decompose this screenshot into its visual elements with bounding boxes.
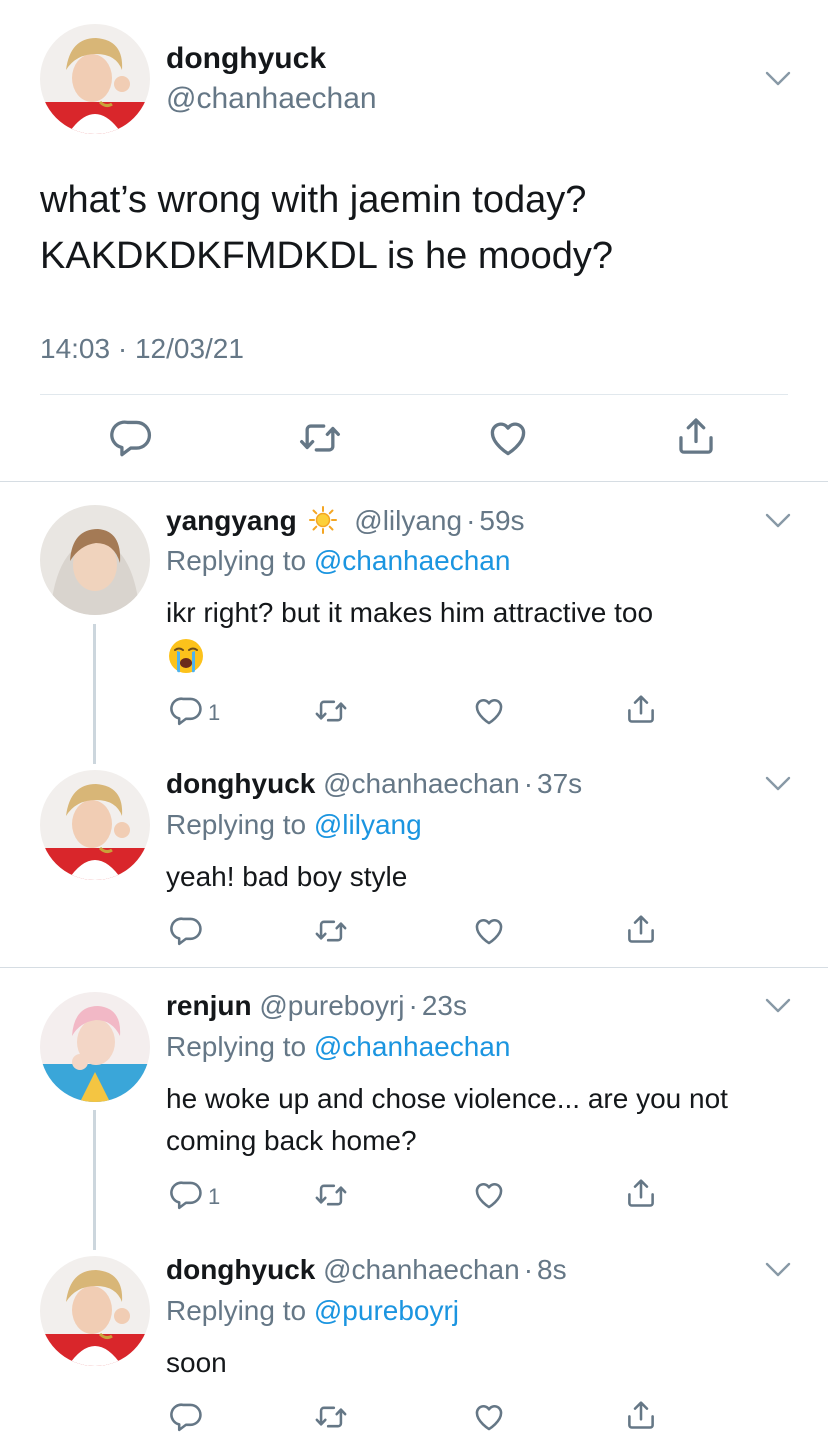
share-icon[interactable] [624,1176,658,1210]
author-name[interactable]: renjun [166,990,252,1021]
like-icon[interactable] [472,1400,506,1434]
reply-text-content: ikr right? but it makes him attractive t… [166,597,654,628]
reply-time[interactable]: 23s [422,990,467,1021]
replying-to: Replying to @chanhaechan [166,545,510,577]
tweet-timestamp[interactable]: 14:03 · 12/03/21 [40,333,244,365]
author-handle[interactable]: @chanhaechan [323,768,520,799]
reply-icon[interactable] [170,914,204,948]
reply-text: yeah! bad boy style [166,861,408,892]
author-handle[interactable]: @chanhaechan [323,1254,520,1285]
divider [40,394,788,395]
reply-icon[interactable] [170,1178,204,1212]
avatar[interactable] [40,992,150,1102]
like-icon[interactable] [486,416,530,460]
reply-text: soon [166,1347,227,1378]
replying-to: Replying to @chanhaechan [166,1031,510,1063]
like-icon[interactable] [472,1178,506,1212]
separator: · [466,505,476,536]
reply-text: he woke up and chose violence... are you… [166,1083,728,1156]
retweet-icon[interactable] [314,694,348,728]
mention-link[interactable]: @lilyang [314,809,422,840]
author-name[interactable]: donghyuck [166,1254,315,1285]
avatar[interactable] [40,770,150,880]
thread-connector [93,624,96,764]
author-handle[interactable]: @pureboyrj [259,990,404,1021]
retweet-icon[interactable] [314,1400,348,1434]
reply-header: donghyuck @chanhaechan · 8s [166,1254,567,1286]
like-icon[interactable] [472,694,506,728]
share-icon[interactable] [624,692,658,726]
reply-time[interactable]: 8s [537,1254,567,1285]
chevron-down-icon[interactable] [764,70,792,88]
mention-link[interactable]: @chanhaechan [314,1031,511,1062]
avatar[interactable] [40,505,150,615]
tweet-text-line: what’s wrong with jaemin today? [40,179,587,221]
author-handle[interactable]: @lilyang [354,505,462,536]
reply-icon[interactable] [170,1400,204,1434]
separator: · [408,990,418,1021]
chevron-down-icon[interactable] [764,1261,792,1279]
replying-prefix: Replying to [166,1295,307,1326]
reply-icon[interactable] [170,694,204,728]
share-icon[interactable] [674,414,718,458]
retweet-icon[interactable] [298,416,342,460]
main-tweet: donghyuck @chanhaechan what’s wrong with… [0,0,828,480]
replying-prefix: Replying to [166,1031,307,1062]
share-icon[interactable] [624,912,658,946]
author-name[interactable]: yangyang [166,505,297,536]
sun-emoji [309,506,338,534]
author-name[interactable]: donghyuck [166,768,315,799]
retweet-icon[interactable] [314,914,348,948]
reply-text: ikr right? but it makes him attractive t… [166,592,786,688]
reply-time[interactable]: 37s [537,768,582,799]
reply-header: renjun @pureboyrj · 23s [166,990,467,1022]
author-handle[interactable]: @chanhaechan [166,82,377,116]
separator: · [523,1254,534,1285]
replying-to: Replying to @lilyang [166,809,422,841]
share-icon[interactable] [624,1398,658,1432]
author-name[interactable]: donghyuck [166,42,326,76]
chevron-down-icon[interactable] [764,512,792,530]
crying-emoji [169,639,203,673]
chevron-down-icon[interactable] [764,997,792,1015]
thread-connector [93,1110,96,1250]
replying-prefix: Replying to [166,545,307,576]
mention-link[interactable]: @pureboyrj [314,1295,459,1326]
avatar[interactable] [40,24,150,134]
tweet-text: what’s wrong with jaemin today? KAKDKDKF… [40,172,800,284]
reply-header: donghyuck @chanhaechan · 37s [166,768,582,800]
avatar[interactable] [40,1256,150,1366]
mention-link[interactable]: @chanhaechan [314,545,511,576]
reply-count: 1 [208,700,221,725]
reply-time[interactable]: 59s [479,505,524,536]
reply-icon[interactable] [110,416,154,460]
divider [0,481,828,482]
replying-prefix: Replying to [166,809,307,840]
reply-header: yangyang @lilyang · 59s [166,505,525,537]
replying-to: Replying to @pureboyrj [166,1295,459,1327]
divider [0,967,828,968]
chevron-down-icon[interactable] [764,775,792,793]
retweet-icon[interactable] [314,1178,348,1212]
tweet-text-line: KAKDKDKFMDKDL is he moody? [40,235,614,277]
like-icon[interactable] [472,914,506,948]
reply-count: 1 [208,1184,221,1209]
separator: · [523,768,534,799]
